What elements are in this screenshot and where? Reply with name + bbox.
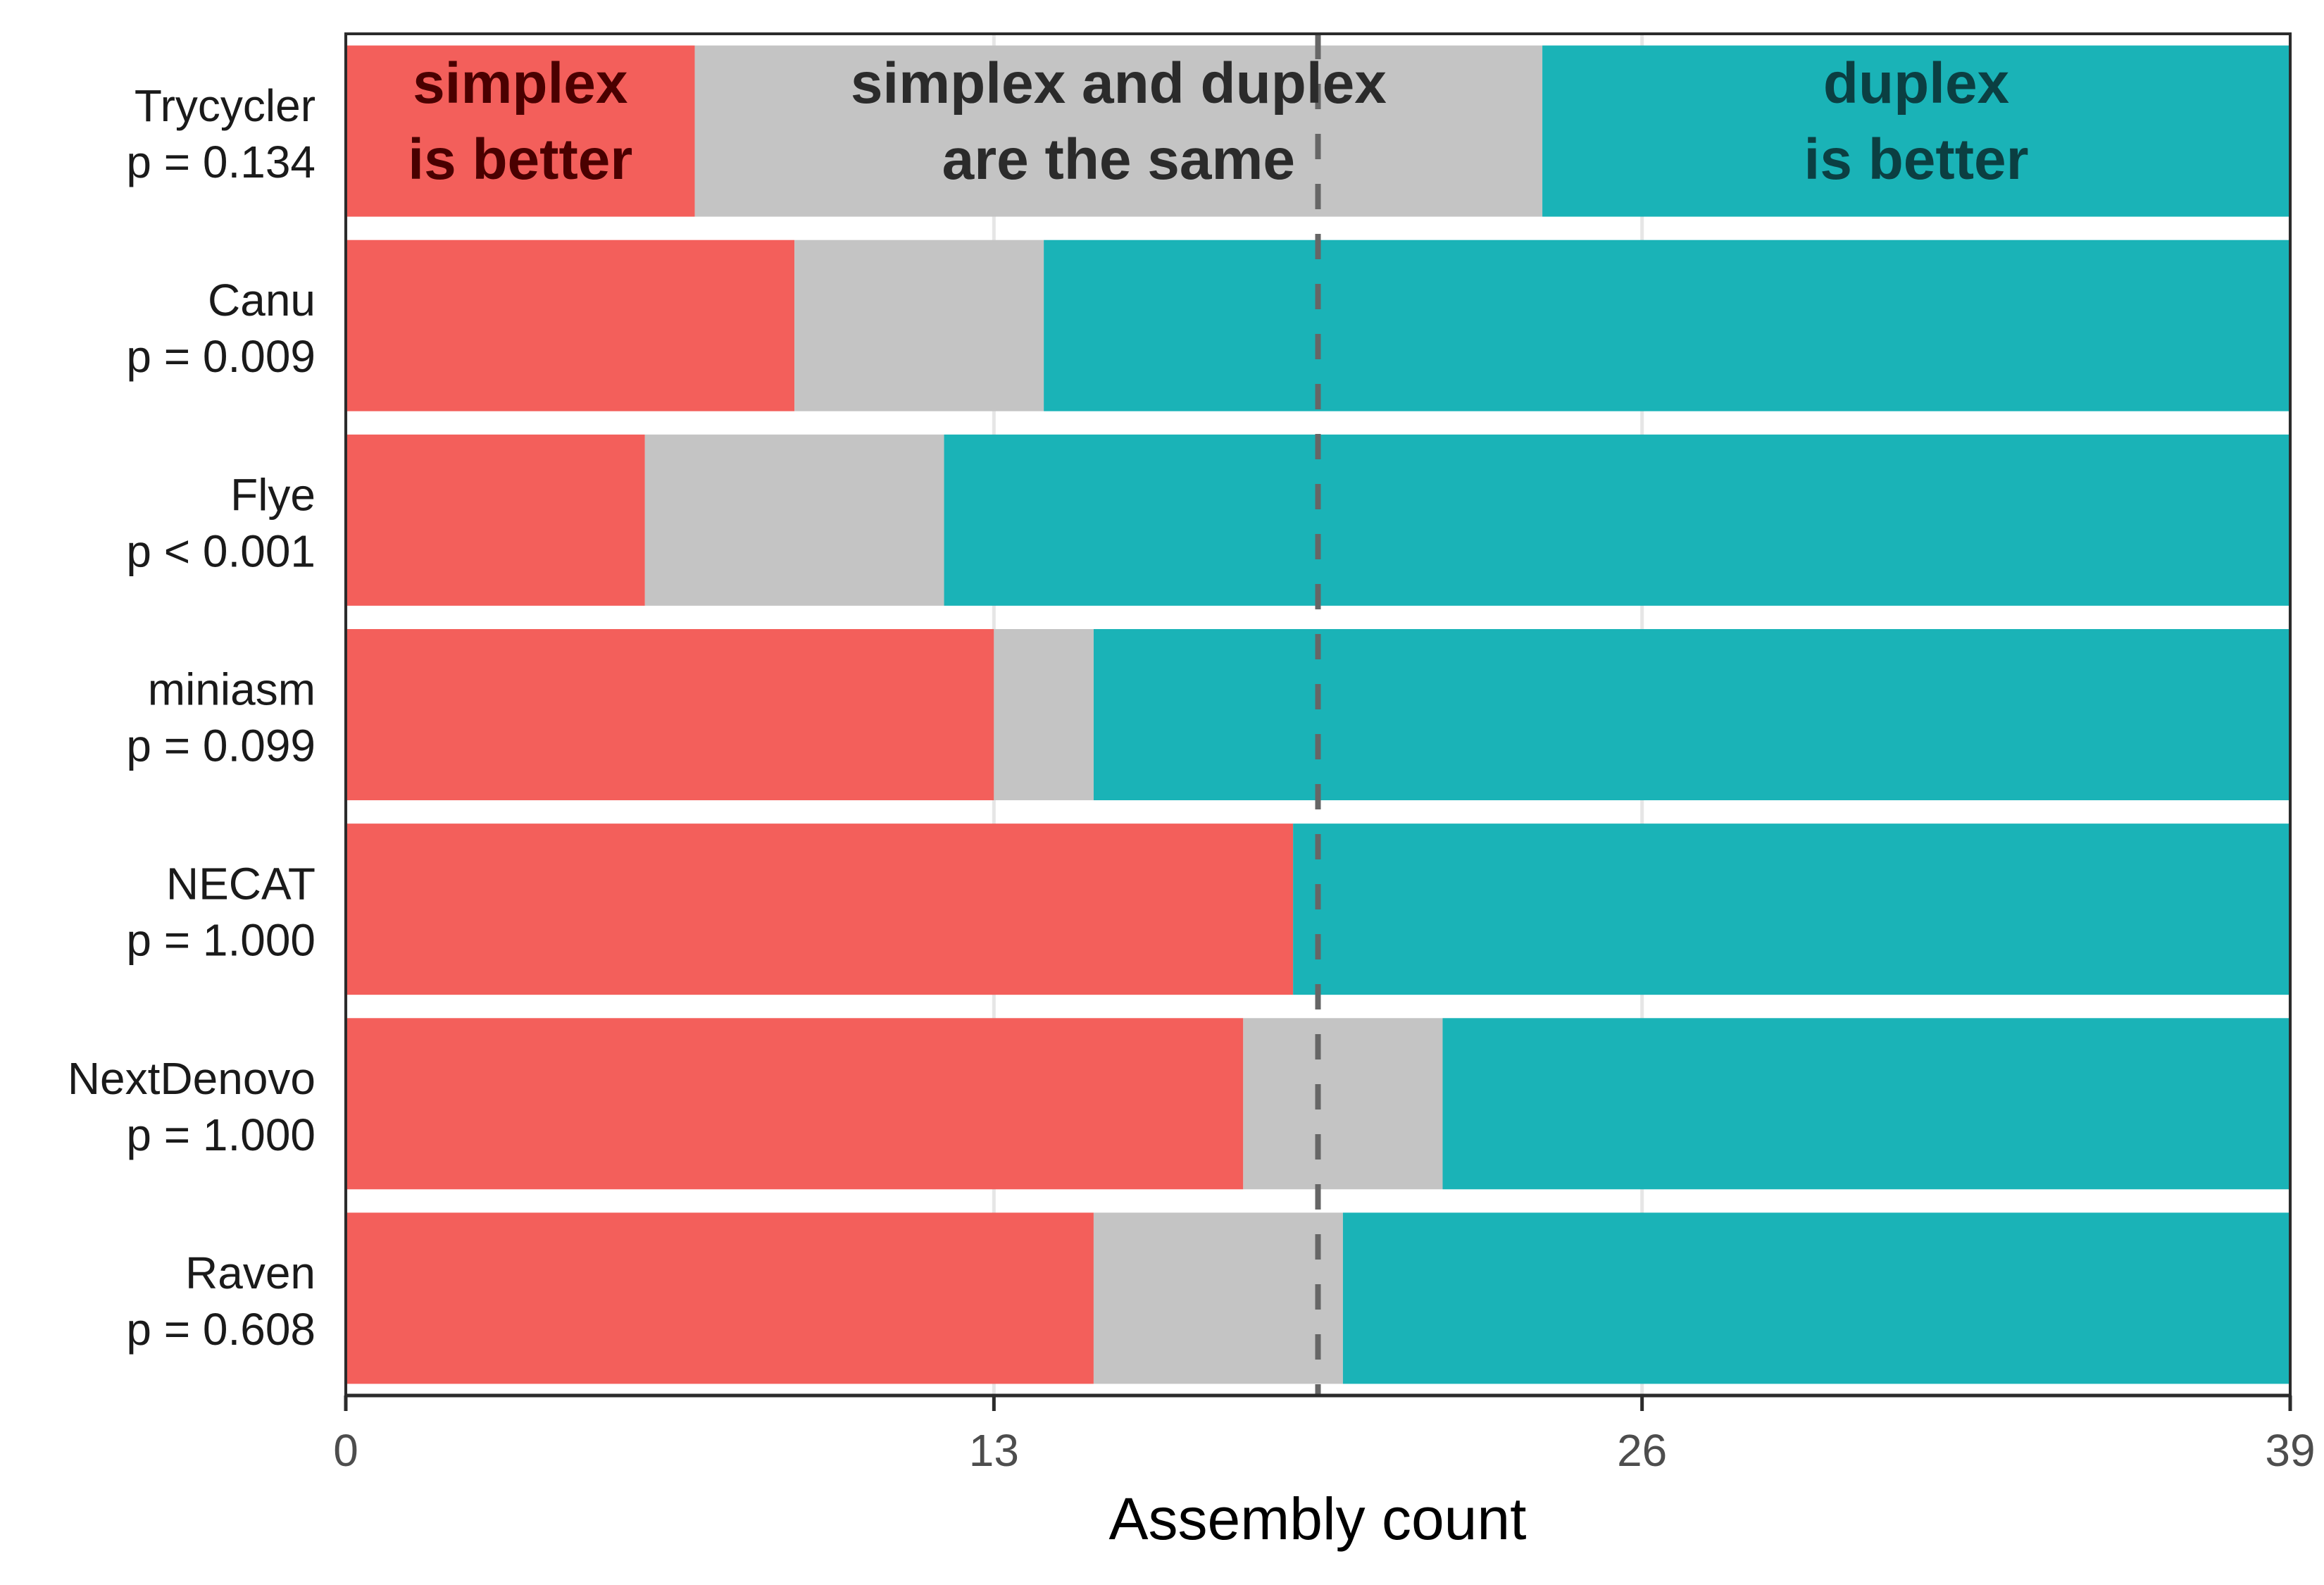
- x-tick-label-39: 39: [2265, 1425, 2315, 1476]
- p-value-flye: p < 0.001: [126, 526, 316, 576]
- annotation-0-line-1: is better: [408, 128, 632, 192]
- bar-necat-series-0: [346, 823, 1294, 995]
- annotation-2-line-1: is better: [1804, 128, 2029, 192]
- bar-nextdenovo-series-2: [1442, 1018, 2290, 1190]
- annotation-1-line-1: are the same: [942, 128, 1295, 192]
- y-label-nextdenovo: NextDenovo: [68, 1053, 316, 1104]
- x-axis-title: Assembly count: [1109, 1486, 1527, 1552]
- x-tick-label-26: 26: [1617, 1425, 1667, 1476]
- annotation-0-line-0: simplex: [413, 51, 627, 116]
- y-label-necat: NECAT: [166, 859, 316, 909]
- p-value-nextdenovo: p = 1.000: [126, 1110, 316, 1160]
- bar-miniasm-series-1: [994, 628, 1094, 801]
- bar-flye-series-0: [346, 434, 645, 606]
- y-label-canu: Canu: [208, 275, 316, 325]
- bar-miniasm-series-2: [1093, 628, 2290, 801]
- p-value-necat: p = 1.000: [126, 915, 316, 966]
- x-tick-label-13: 13: [969, 1425, 1019, 1476]
- p-value-miniasm: p = 0.099: [126, 721, 316, 771]
- p-value-raven: p = 0.608: [126, 1304, 316, 1355]
- annotation-2-line-0: duplex: [1823, 51, 2009, 116]
- bar-flye-series-1: [644, 434, 944, 606]
- x-axis: 0 13 26 39: [333, 1393, 2316, 1476]
- bar-raven-series-2: [1342, 1212, 2290, 1384]
- bar-nextdenovo-series-0: [346, 1018, 1244, 1190]
- y-label-miniasm: miniasm: [148, 664, 316, 715]
- x-tick-label-0: 0: [333, 1425, 358, 1476]
- p-value-trycycler: p = 0.134: [126, 137, 316, 187]
- bar-raven-series-1: [1093, 1212, 1343, 1384]
- bar-necat-series-2: [1293, 823, 2290, 995]
- bar-nextdenovo-series-1: [1243, 1018, 1443, 1190]
- bar-canu-series-1: [794, 240, 1044, 411]
- bar-canu-series-0: [346, 240, 795, 411]
- p-value-canu: p = 0.009: [126, 331, 316, 382]
- annotation-1-line-0: simplex and duplex: [851, 51, 1387, 116]
- bar-flye-series-2: [944, 434, 2290, 606]
- bar-raven-series-0: [346, 1212, 1094, 1384]
- stacked-bar-chart: simplex is better simplex and duplex are th…: [68, 32, 2316, 1552]
- y-label-flye: Flye: [230, 469, 316, 520]
- y-label-raven: Raven: [185, 1248, 316, 1298]
- bar-canu-series-2: [1044, 240, 2290, 411]
- y-label-trycycler: Trycycler: [135, 80, 316, 131]
- bar-miniasm-series-0: [346, 628, 994, 801]
- y-axis-labels: Trycycler p = 0.134 Canu p = 0.009 Flye p < 0…: [68, 80, 316, 1355]
